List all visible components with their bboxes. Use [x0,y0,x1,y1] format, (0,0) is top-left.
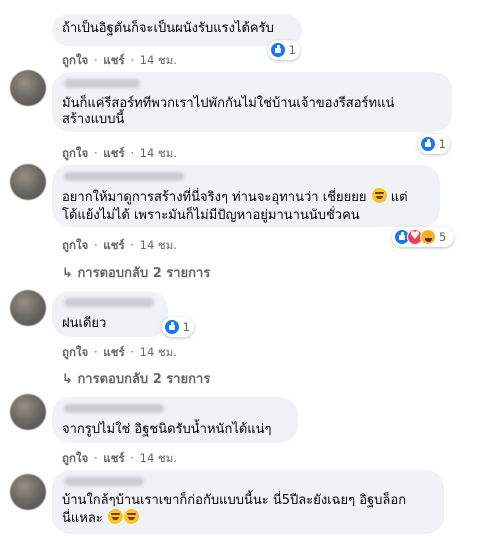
timestamp[interactable]: 14 ชม. [140,53,177,67]
comment-bubble: จากรูปไม่ใช่ อิฐชนิดรับน้ำหนักได้แน่ๆ [52,397,298,443]
share-link[interactable]: แชร์ [103,345,124,359]
avatar[interactable] [10,394,46,430]
separator: · [93,345,98,359]
comment-text-line: อยากให้มาดูการสร้างที่นี่จริงๆ ท่านจะอุท… [62,190,367,205]
author-name-redacted[interactable] [64,298,154,307]
comment-text: นี่แหละ [62,508,139,530]
like-icon [420,136,436,152]
timestamp[interactable]: 14 ชม. [140,146,177,160]
comment-text: โด้แย้งไม่ได้ เพราะมันก็ไม่มีปัญหาอยู่มา… [62,208,360,223]
author-name-redacted[interactable] [64,79,140,88]
share-link[interactable]: แชร์ [103,238,124,252]
replies-label: การตอบกลับ 2 รายการ [77,372,211,387]
author-name-redacted[interactable] [64,477,144,486]
comment-actions: ถูกใจ · แชร์ · 14 ชม. [62,344,179,362]
avatar[interactable] [10,290,46,326]
comment-text-line: นี่แหละ [62,511,103,526]
comment-actions: ถูกใจ · แชร์ · 14 ชม. [62,237,179,255]
comment-bubble: บ้านใกล้ๆบ้านเราเขาก็ก่อกับแบบนี้นะ นี่5… [52,470,444,534]
share-link[interactable]: แชร์ [103,146,124,160]
comment-actions: ถูกใจ · แชร์ · 14 ชม. [62,145,179,163]
like-link[interactable]: ถูกใจ [62,451,88,465]
comment-bubble: มันก็แค่รีสอร์ททีพวกเราไปพักกันไม่ใช่บ้า… [52,72,452,132]
like-icon [164,319,180,335]
separator: · [130,238,134,252]
reaction-count: 5 [439,230,447,244]
separator: · [130,146,134,160]
like-link[interactable]: ถูกใจ [62,53,88,67]
comment-bubble: ฝนเดียว [52,291,168,337]
view-replies-link[interactable]: ↳ การตอบกลับ 2 รายการ [62,262,210,283]
comment-text: ถ้าเป็นอิฐตันก็จะเป็นผนังรับแรงได้ครับ [62,21,274,36]
separator: · [93,146,98,160]
reaction-count: 1 [438,137,446,151]
reply-arrow-icon: ↳ [62,266,73,281]
reaction-count: 1 [288,43,296,57]
comment-text: ฝนเดียว [62,316,107,331]
grinning-face-icon [123,509,139,524]
view-replies-link[interactable]: ↳ การตอบกลับ 2 รายการ [62,368,210,389]
like-icon [270,42,286,58]
reaction-summary[interactable]: 1 [162,317,194,337]
grinning-face-icon [107,509,123,524]
separator: · [93,238,98,252]
comment-text: จากรูปไม่ใช่ อิฐชนิดรับน้ำหนักได้แน่ๆ [62,422,272,437]
comment-actions: ถูกใจ · แชร์ · 14 ชม. [62,52,179,70]
separator: · [93,451,98,465]
comment-text-suffix: แต่ [390,190,408,205]
reaction-count: 1 [182,320,190,334]
author-name-redacted[interactable] [64,404,164,413]
timestamp[interactable]: 14 ชม. [140,345,177,359]
replies-label: การตอบกลับ 2 รายการ [77,266,211,281]
reaction-summary[interactable]: 1 [418,134,450,154]
grinning-face-icon [371,188,387,203]
share-link[interactable]: แชร์ [103,53,124,67]
separator: · [130,451,134,465]
share-link[interactable]: แชร์ [103,451,124,465]
reaction-summary[interactable]: 5 [392,227,454,247]
separator: · [130,53,134,67]
comment-actions: ถูกใจ · แชร์ · 14 ชม. [62,450,179,468]
separator: · [130,345,134,359]
haha-icon [420,229,436,245]
timestamp[interactable]: 14 ชม. [140,451,177,465]
like-link[interactable]: ถูกใจ [62,345,88,359]
avatar[interactable] [10,70,46,106]
timestamp[interactable]: 14 ชม. [140,238,177,252]
comment-bubble: อยากให้มาดูการสร้างที่นี่จริงๆ ท่านจะอุท… [52,165,440,227]
separator: · [93,53,98,67]
comment-bubble: ถ้าเป็นอิฐตันก็จะเป็นผนังรับแรงได้ครับ [52,14,302,46]
comment-text: สร้างแบบนี้ [62,112,125,127]
reply-arrow-icon: ↳ [62,372,73,387]
avatar[interactable] [10,474,46,510]
avatar[interactable] [10,164,46,200]
like-link[interactable]: ถูกใจ [62,238,88,252]
author-name-redacted[interactable] [64,172,184,181]
like-link[interactable]: ถูกใจ [62,146,88,160]
reaction-summary[interactable]: 1 [268,40,300,60]
